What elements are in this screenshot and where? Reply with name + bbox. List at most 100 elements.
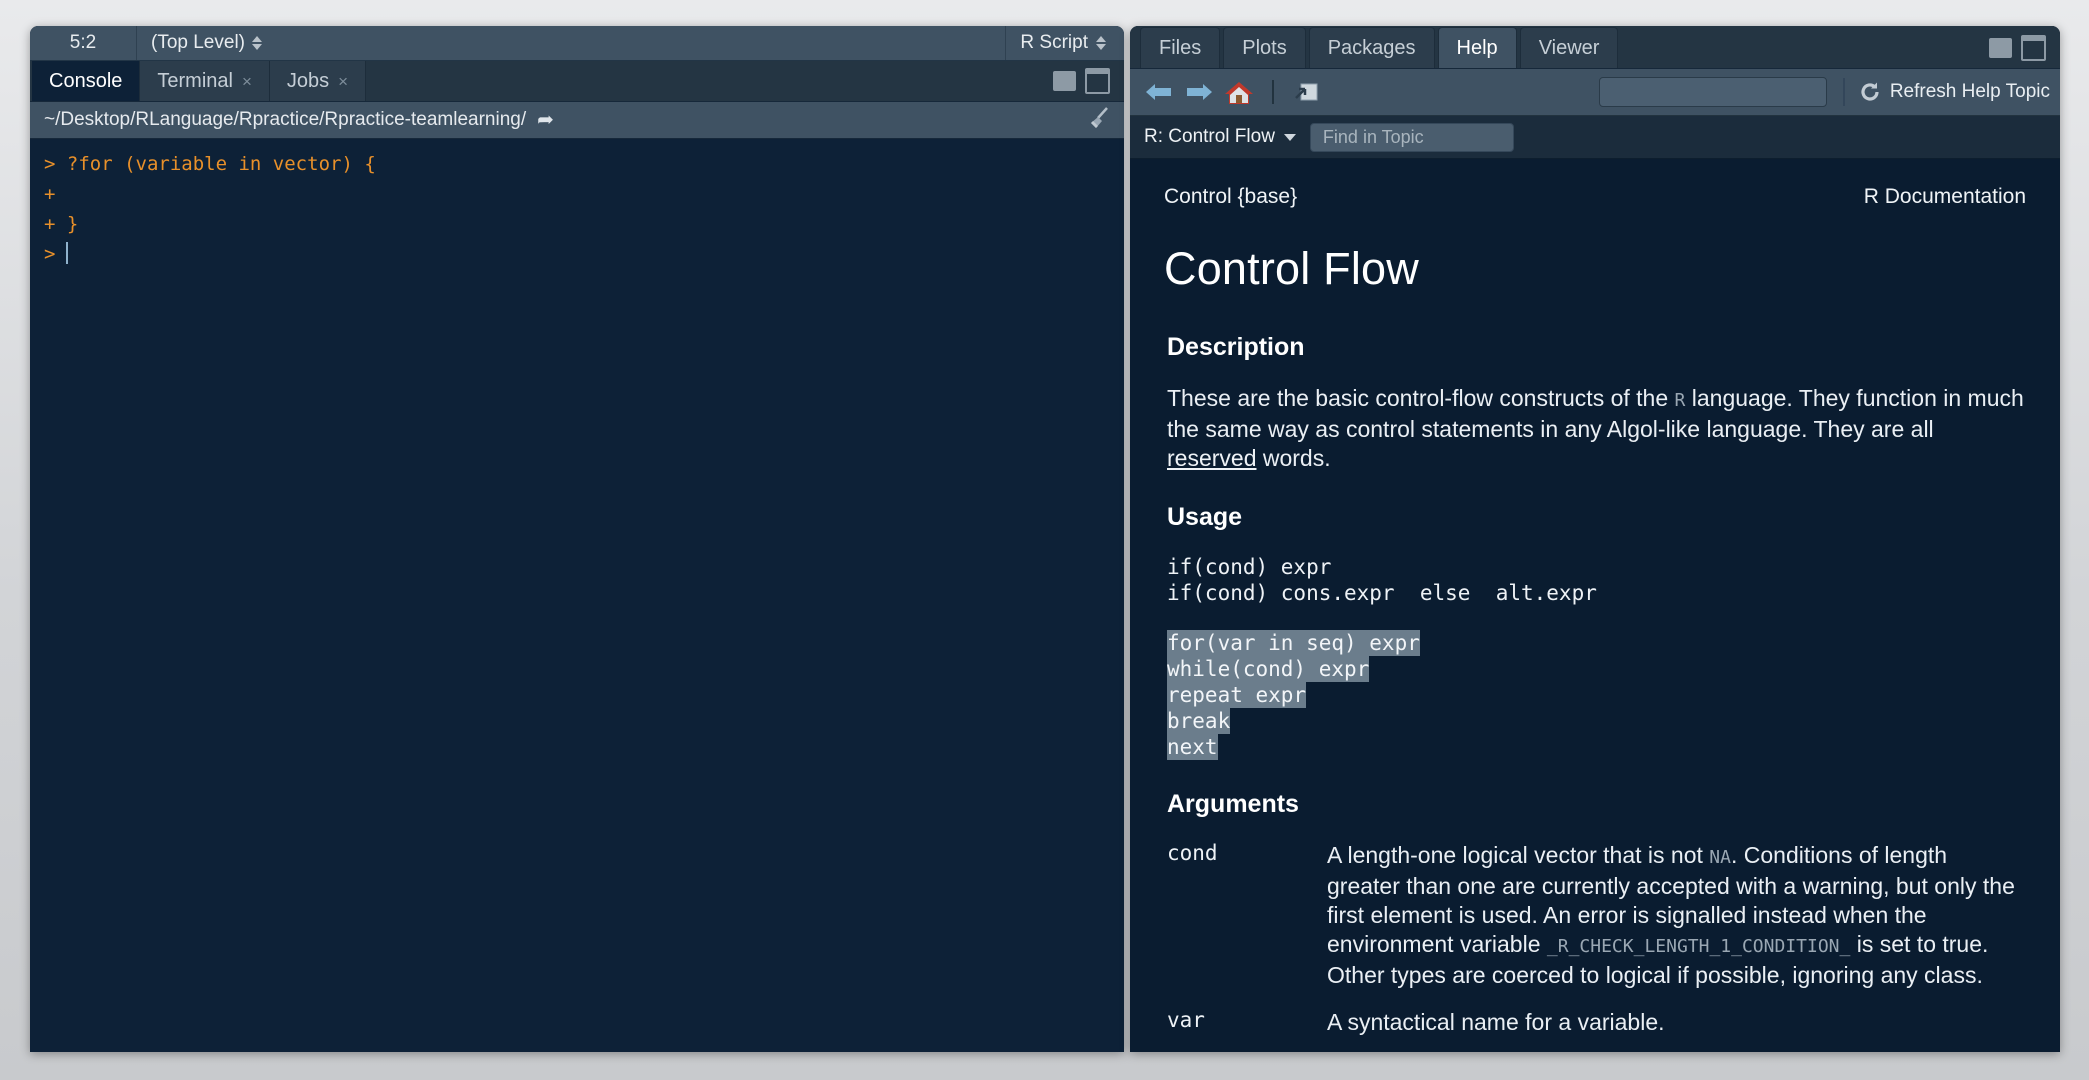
open-directory-icon[interactable]: ➦: [537, 110, 554, 130]
text-cursor: [66, 242, 69, 264]
back-arrow-icon[interactable]: [1144, 80, 1174, 104]
usage-highlighted-text: for(var in seq) expr: [1167, 630, 1420, 656]
usage-highlighted-line: while(cond) expr: [1167, 656, 2026, 682]
usage-line: if(cond) cons.expr else alt.expr: [1167, 581, 1597, 605]
scope-selector[interactable]: (Top Level): [137, 26, 276, 60]
argument-name: cond: [1167, 841, 1218, 865]
tab-files[interactable]: Files: [1140, 27, 1221, 68]
chevron-down-icon: [1283, 133, 1296, 141]
cursor-position-value: 5:2: [69, 32, 97, 53]
console-line: > ?for (variable in vector) {: [30, 149, 1124, 179]
chevron-updown-icon: [252, 36, 262, 50]
document-source-label: R Documentation: [1863, 185, 2026, 208]
close-icon[interactable]: ×: [242, 73, 252, 90]
inline-code-envvar: _R_CHECK_LENGTH_1_CONDITION_: [1546, 936, 1851, 957]
reserved-words-link[interactable]: reserved: [1167, 445, 1256, 471]
find-in-topic-box[interactable]: [1309, 122, 1514, 152]
page-title: Control Flow: [1164, 243, 1419, 294]
cursor-position-indicator: 5:2: [30, 26, 137, 60]
console-prompt: >: [44, 243, 56, 265]
refresh-help-topic-button[interactable]: Refresh Help Topic: [1842, 78, 2050, 106]
arg-desc-text-1: A length-one logical vector that is not: [1327, 842, 1710, 868]
usage-highlighted-text: repeat expr: [1167, 682, 1307, 708]
maximize-icon[interactable]: [1085, 68, 1110, 94]
console-pane-controls: [1053, 61, 1124, 101]
console-line: +: [30, 179, 1124, 209]
usage-section: Usage if(cond) expr if(cond) cons.expr e…: [1167, 503, 2026, 760]
refresh-icon: [1861, 82, 1879, 101]
console-output[interactable]: > ?for (variable in vector) { + + } >: [30, 139, 1124, 1052]
usage-highlighted-line: repeat expr: [1167, 682, 2026, 708]
tab-jobs[interactable]: Jobs ×: [269, 61, 367, 101]
usage-highlighted-code: for(var in seq) expr while(cond) expr re…: [1167, 630, 2026, 760]
tab-jobs-label: Jobs: [286, 69, 330, 92]
console-tab-strip: Console Terminal × Jobs ×: [30, 61, 1124, 102]
help-search-box[interactable]: [1598, 77, 1840, 107]
console-input-line[interactable]: >: [30, 239, 1124, 269]
console-line-text: }: [66, 213, 79, 235]
console-line-text: ?for (variable in vector) {: [66, 153, 376, 175]
console-prompt: +: [44, 183, 56, 205]
description-section: Description These are the basic control-…: [1167, 333, 2026, 473]
forward-arrow-icon[interactable]: [1184, 80, 1214, 104]
table-row: var A syntactical name for a variable.: [1167, 1008, 2026, 1052]
help-search-input[interactable]: [1614, 81, 1840, 103]
usage-highlighted-text: break: [1167, 708, 1231, 734]
help-tab-strip: Files Plots Packages Help Viewer: [1130, 26, 2060, 69]
tab-terminal[interactable]: Terminal ×: [140, 61, 270, 101]
tab-strip-filler: [366, 61, 1053, 101]
description-text-1: These are the basic control-flow constru…: [1167, 385, 1675, 411]
refresh-help-topic-label: Refresh Help Topic: [1889, 81, 2050, 102]
minimize-icon[interactable]: [1053, 71, 1076, 91]
minimize-icon[interactable]: [1989, 38, 2012, 58]
help-document[interactable]: Control {base} R Documentation Control F…: [1130, 159, 2060, 1052]
working-directory-path[interactable]: ~/Desktop/RLanguage/Rpractice/Rpractice-…: [44, 109, 526, 131]
arguments-section: Arguments cond A length-one logical vect…: [1167, 790, 2026, 1052]
status-bar-spacer: [276, 26, 1005, 60]
tab-files-label: Files: [1159, 36, 1202, 59]
tab-help-label: Help: [1456, 36, 1498, 59]
tab-plots-label: Plots: [1242, 36, 1287, 59]
document-header: Control {base} R Documentation: [1164, 185, 2026, 209]
tab-plots[interactable]: Plots: [1223, 27, 1306, 68]
clear-console-icon[interactable]: [1086, 106, 1112, 135]
usage-plain-code: if(cond) expr if(cond) cons.expr else al…: [1167, 554, 2026, 606]
tab-packages-label: Packages: [1327, 36, 1416, 59]
file-type-label: R Script: [1020, 32, 1088, 53]
argument-name: var: [1167, 1008, 1205, 1032]
inline-code-r: R: [1674, 390, 1686, 411]
help-topic-dropdown[interactable]: R: Control Flow: [1144, 126, 1296, 148]
tab-viewer[interactable]: Viewer: [1519, 27, 1619, 68]
console-line: + }: [30, 209, 1124, 239]
home-icon[interactable]: [1224, 80, 1254, 104]
maximize-icon[interactable]: [2021, 35, 2046, 61]
tab-console-label: Console: [49, 69, 123, 92]
tab-help[interactable]: Help: [1437, 27, 1517, 68]
usage-highlighted-line: for(var in seq) expr: [1167, 630, 2026, 656]
description-paragraph: These are the basic control-flow constru…: [1167, 384, 2026, 473]
file-type-selector[interactable]: R Script: [1005, 26, 1124, 60]
tab-packages[interactable]: Packages: [1308, 27, 1435, 68]
help-pane-controls: [1989, 28, 2060, 68]
table-row: cond A length-one logical vector that is…: [1167, 841, 2026, 1008]
arg-desc-text-1: A syntactical name for a variable.: [1327, 1009, 1665, 1035]
arguments-table: cond A length-one logical vector that is…: [1167, 841, 2026, 1052]
inline-code-na: NA: [1709, 847, 1731, 868]
console-pane: 5:2 (Top Level) R Script Console Termina…: [30, 26, 1124, 1052]
popout-icon[interactable]: [1292, 80, 1322, 104]
source-status-bar: 5:2 (Top Level) R Script: [30, 26, 1124, 61]
description-text-3: words.: [1256, 445, 1331, 471]
find-in-topic-input[interactable]: [1320, 125, 1503, 149]
console-prompt: +: [44, 213, 56, 235]
close-icon[interactable]: ×: [338, 73, 348, 90]
rstudio-window: 5:2 (Top Level) R Script Console Termina…: [0, 0, 2089, 1080]
toolbar-separator: [1272, 80, 1274, 104]
usage-line: if(cond) expr: [1167, 555, 1332, 579]
help-topic-label: R: Control Flow: [1144, 126, 1275, 147]
tab-console[interactable]: Console: [32, 61, 141, 101]
usage-highlighted-line: break: [1167, 708, 2026, 734]
tab-viewer-label: Viewer: [1538, 36, 1600, 59]
description-heading: Description: [1167, 333, 1305, 361]
arguments-heading: Arguments: [1167, 790, 1299, 818]
usage-heading: Usage: [1167, 503, 1243, 531]
